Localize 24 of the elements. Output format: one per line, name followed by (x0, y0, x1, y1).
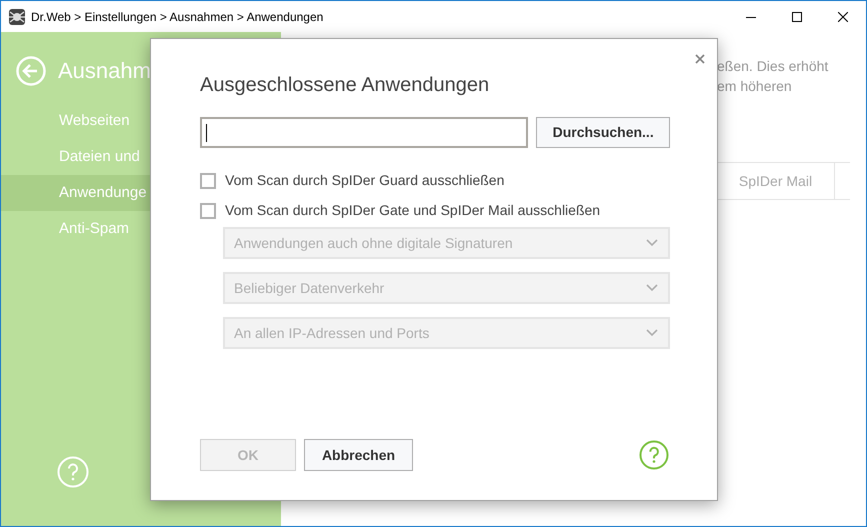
dialog-button[interactable]: Abbrechen (304, 439, 413, 471)
dropdown-value: An allen IP-Adressen und Ports (234, 324, 430, 342)
sidebar-title: Ausnahm (58, 57, 151, 85)
dialog-title: Ausgeschlossene Anwendungen (200, 73, 490, 98)
dropdown-value: Anwendungen auch ohne digitale Signaturen (234, 234, 513, 253)
path-field[interactable] (200, 117, 528, 148)
chevron-down-icon (646, 284, 658, 292)
maximize-icon (792, 12, 802, 22)
close-icon (838, 12, 848, 22)
close-button[interactable] (693, 52, 707, 66)
chevron-down-icon (646, 239, 658, 247)
dropdown-value: Beliebiger Datenverkehr (234, 278, 384, 298)
text-cursor (206, 124, 207, 142)
help-icon[interactable] (639, 440, 669, 470)
checkbox[interactable] (200, 172, 216, 188)
back-icon[interactable] (16, 56, 46, 86)
chevron-down-icon (646, 329, 658, 337)
window-title: Dr.Web > Einstellungen > Ausnahmen > Anwendungen (31, 8, 324, 26)
browse-button[interactable]: Durchsuchen... (536, 117, 670, 148)
spider-logo-icon (9, 8, 25, 24)
description-text: eßen. Dies erhöht (717, 57, 830, 76)
close-icon (695, 54, 705, 64)
description-text: em höheren (717, 77, 793, 96)
checkbox[interactable] (200, 202, 216, 218)
